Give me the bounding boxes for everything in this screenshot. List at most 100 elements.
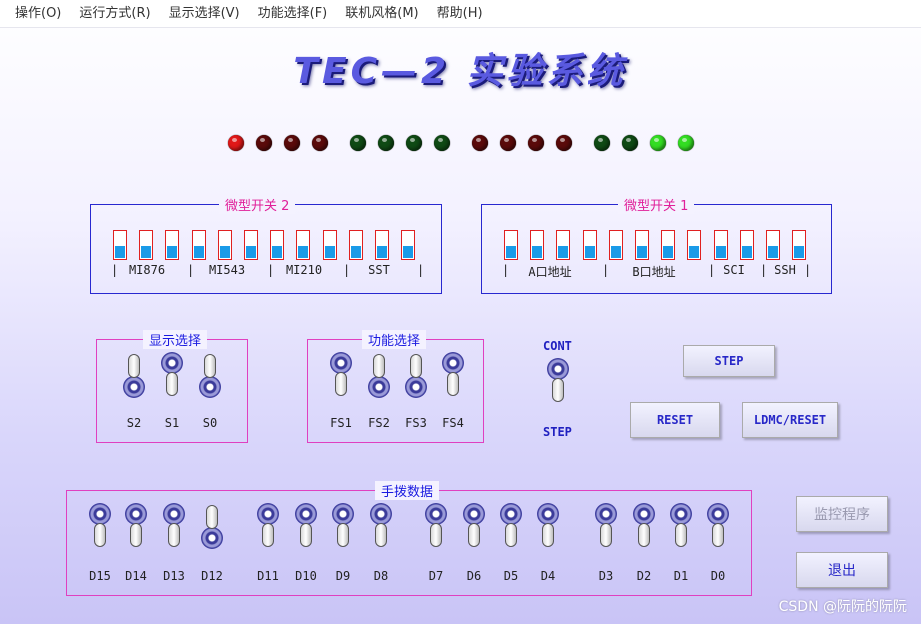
field-label-sst: SST [368, 263, 390, 277]
micro-switch[interactable] [766, 230, 780, 260]
micro-switch[interactable] [792, 230, 807, 260]
toggle-d14[interactable] [125, 503, 147, 553]
toggle-fs2[interactable] [368, 352, 390, 402]
led-3 [312, 135, 328, 151]
micro-switch-1-label: 微型开关 1 [618, 195, 695, 214]
toggle-base [547, 358, 569, 380]
monitor-program-button[interactable]: 监控程序 [796, 496, 888, 532]
toggle-base [633, 503, 655, 525]
toggle-label-d8: D8 [373, 569, 389, 583]
step-button[interactable]: STEP [683, 345, 775, 377]
micro-switch[interactable] [582, 230, 597, 260]
toggle-base [163, 503, 185, 525]
toggle-d3[interactable] [595, 503, 617, 553]
micro-switch[interactable] [530, 230, 545, 260]
toggle-base [125, 503, 147, 525]
menu-operate[interactable]: 操作(O) [6, 0, 70, 28]
micro-switch[interactable] [217, 230, 232, 260]
led-8 [472, 135, 488, 151]
led-14 [650, 135, 666, 151]
led-13 [622, 135, 638, 151]
cont-label: CONT [543, 339, 572, 353]
toggle-s2[interactable] [123, 352, 145, 402]
toggle-base [368, 376, 390, 398]
micro-switch[interactable] [244, 230, 258, 260]
menu-run-mode[interactable]: 运行方式(R) [70, 0, 159, 28]
display-select-panel: 显示选择 S2 S1 S0 [96, 330, 248, 443]
menu-function-select[interactable]: 功能选择(F) [249, 0, 337, 28]
toggle-lever [600, 523, 612, 547]
micro-switch[interactable] [191, 230, 206, 260]
field-label-mi210: MI210 [285, 263, 323, 277]
micro-switch[interactable] [713, 230, 728, 260]
toggle-d13[interactable] [163, 503, 185, 553]
toggle-fs3[interactable] [405, 352, 427, 402]
reset-button[interactable]: RESET [630, 402, 720, 438]
toggle-lever [675, 523, 687, 547]
toggle-label-fs1: FS1 [330, 416, 352, 430]
toggle-label-fs4: FS4 [442, 416, 464, 430]
watermark: CSDN @阮阮的阮阮 [778, 599, 907, 615]
exit-button[interactable]: 退出 [796, 552, 888, 588]
toggle-d15[interactable] [89, 503, 111, 553]
toggle-d0[interactable] [707, 503, 729, 553]
micro-switch[interactable] [608, 230, 623, 260]
toggle-s1[interactable] [161, 352, 183, 402]
toggle-d8[interactable] [370, 503, 392, 553]
micro-switch[interactable] [296, 230, 311, 260]
micro-switch[interactable] [687, 230, 702, 260]
field-separator: | [502, 263, 510, 277]
toggle-base [442, 352, 464, 374]
menu-online-style[interactable]: 联机风格(M) [336, 0, 427, 28]
toggle-base [330, 352, 352, 374]
led-6 [406, 135, 422, 151]
toggle-d7[interactable] [425, 503, 447, 553]
micro-switch[interactable] [661, 230, 676, 260]
led-12 [594, 135, 610, 151]
toggle-label-d10: D10 [295, 569, 317, 583]
toggle-d4[interactable] [537, 503, 559, 553]
toggle-d11[interactable] [257, 503, 279, 553]
toggle-d5[interactable] [500, 503, 522, 553]
micro-switch[interactable] [401, 230, 416, 260]
toggle-d12[interactable] [201, 503, 223, 553]
toggle-d2[interactable] [633, 503, 655, 553]
micro-switch[interactable] [739, 230, 754, 260]
micro-switch[interactable] [113, 230, 127, 260]
micro-switch[interactable] [139, 230, 154, 260]
function-select-label: 功能选择 [362, 330, 427, 349]
toggle-fs4[interactable] [442, 352, 464, 402]
toggle-s0[interactable] [199, 352, 221, 402]
toggle-d10[interactable] [295, 503, 317, 553]
micro-switch[interactable] [322, 230, 337, 260]
micro-switch[interactable] [165, 230, 180, 260]
toggle-d1[interactable] [670, 503, 692, 553]
micro-switch[interactable] [375, 230, 389, 260]
toggle-base [707, 503, 729, 525]
led-0 [228, 135, 244, 151]
toggle-label-d3: D3 [598, 569, 614, 583]
micro-switch[interactable] [635, 230, 649, 260]
toggle-fs1[interactable] [330, 352, 352, 402]
led-4 [350, 135, 366, 151]
micro-switch[interactable] [348, 230, 363, 260]
ldmc-reset-button[interactable]: LDMC/RESET [742, 402, 838, 438]
cont-step-toggle[interactable] [547, 358, 569, 408]
toggle-label-d15: D15 [89, 569, 111, 583]
menu-display-select[interactable]: 显示选择(V) [160, 0, 249, 28]
toggle-lever [373, 354, 385, 378]
micro-switch[interactable] [556, 230, 571, 260]
toggle-label-d0: D0 [710, 569, 726, 583]
menu-help[interactable]: 帮助(H) [428, 0, 492, 28]
micro-switch[interactable] [270, 230, 285, 260]
toggle-base [89, 503, 111, 525]
field-separator: | [417, 263, 425, 277]
micro-switch-2-label: 微型开关 2 [219, 195, 296, 214]
toggle-label-d11: D11 [257, 569, 279, 583]
toggle-lever [505, 523, 517, 547]
micro-switch[interactable] [504, 230, 518, 260]
step-label: STEP [543, 425, 572, 439]
toggle-label-d13: D13 [163, 569, 185, 583]
toggle-d9[interactable] [332, 503, 354, 553]
toggle-d6[interactable] [463, 503, 485, 553]
